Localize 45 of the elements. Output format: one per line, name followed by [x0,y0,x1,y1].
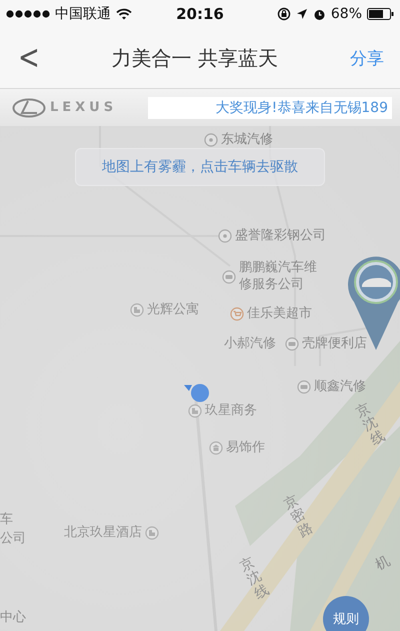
car-marker-icon [222,270,236,284]
building-marker-icon [130,303,144,318]
signal-icon [6,10,50,18]
building-marker-icon [188,404,202,418]
shop-marker-icon [230,307,244,322]
map-place-label: 光辉公寓 [147,302,199,319]
car-marker-icon [285,337,299,352]
bank-marker-icon [209,441,223,456]
map-place-label: 公司 [0,531,26,548]
map-place-label: 玖星商务 [205,403,257,420]
wifi-icon [116,8,132,20]
marquee-text: 大奖现身!恭喜来自无锡189 [148,96,392,118]
road-label: 机 [373,554,393,574]
map-place-label: 鹏鹏巍汽车维修服务公司 [239,260,318,294]
road-label: 京沈线 [238,555,272,603]
building-marker-icon [145,526,159,540]
car-marker-icon [297,380,311,394]
map-place-label: 顺鑫汽修 [314,379,366,396]
brand-logo-text: LEXUS [50,100,118,115]
map-place-label: 壳牌便利店 [302,336,367,353]
current-location-icon [184,383,210,403]
battery-icon [367,8,394,20]
hint-banner: 地图上有雾霾，点击车辆去驱散 [75,148,325,186]
map-view[interactable]: 东城汽修 盛誉隆彩钢公司 鹏鹏巍汽车维修服务公司 光辉公寓 佳乐美超市 小郝汽修 壳牌便利店 顺鑫汽修 玖星商务 易饰作 北京玖星酒店 车 公司 中心 京沈线 京密路 京沈线 机 地图上有雾霾，点击车辆去驱散 规则 [0,126,400,631]
carrier-name: 中国联通 [55,5,111,23]
map-place-label: 北京玖星酒店 [64,525,142,542]
map-place-label: 东城汽修 [221,132,273,149]
map-place-label: 小郝汽修 [224,336,276,353]
map-place-label: 车 [0,512,13,529]
point-marker-icon [218,229,232,244]
location-arrow-icon [296,8,308,20]
map-place-label: 盛誉隆彩钢公司 [235,228,326,245]
battery-percent: 68% [330,6,362,22]
road-label: 京沈线 [354,401,388,449]
map-place-label: 佳乐美超市 [247,306,312,323]
point-marker-icon [204,133,218,148]
map-place-label: 中心 [0,610,26,627]
page-title: 力美合一 共享蓝天 [112,44,278,72]
back-button[interactable]: < [18,38,40,78]
map-place-label: 易饰作 [226,440,265,457]
rotation-lock-icon [276,7,291,21]
logo-emblem-icon [12,98,46,118]
road-label: 京密路 [282,493,316,541]
share-button[interactable]: 分享 [350,46,384,70]
status-time: 20:16 [176,5,224,23]
